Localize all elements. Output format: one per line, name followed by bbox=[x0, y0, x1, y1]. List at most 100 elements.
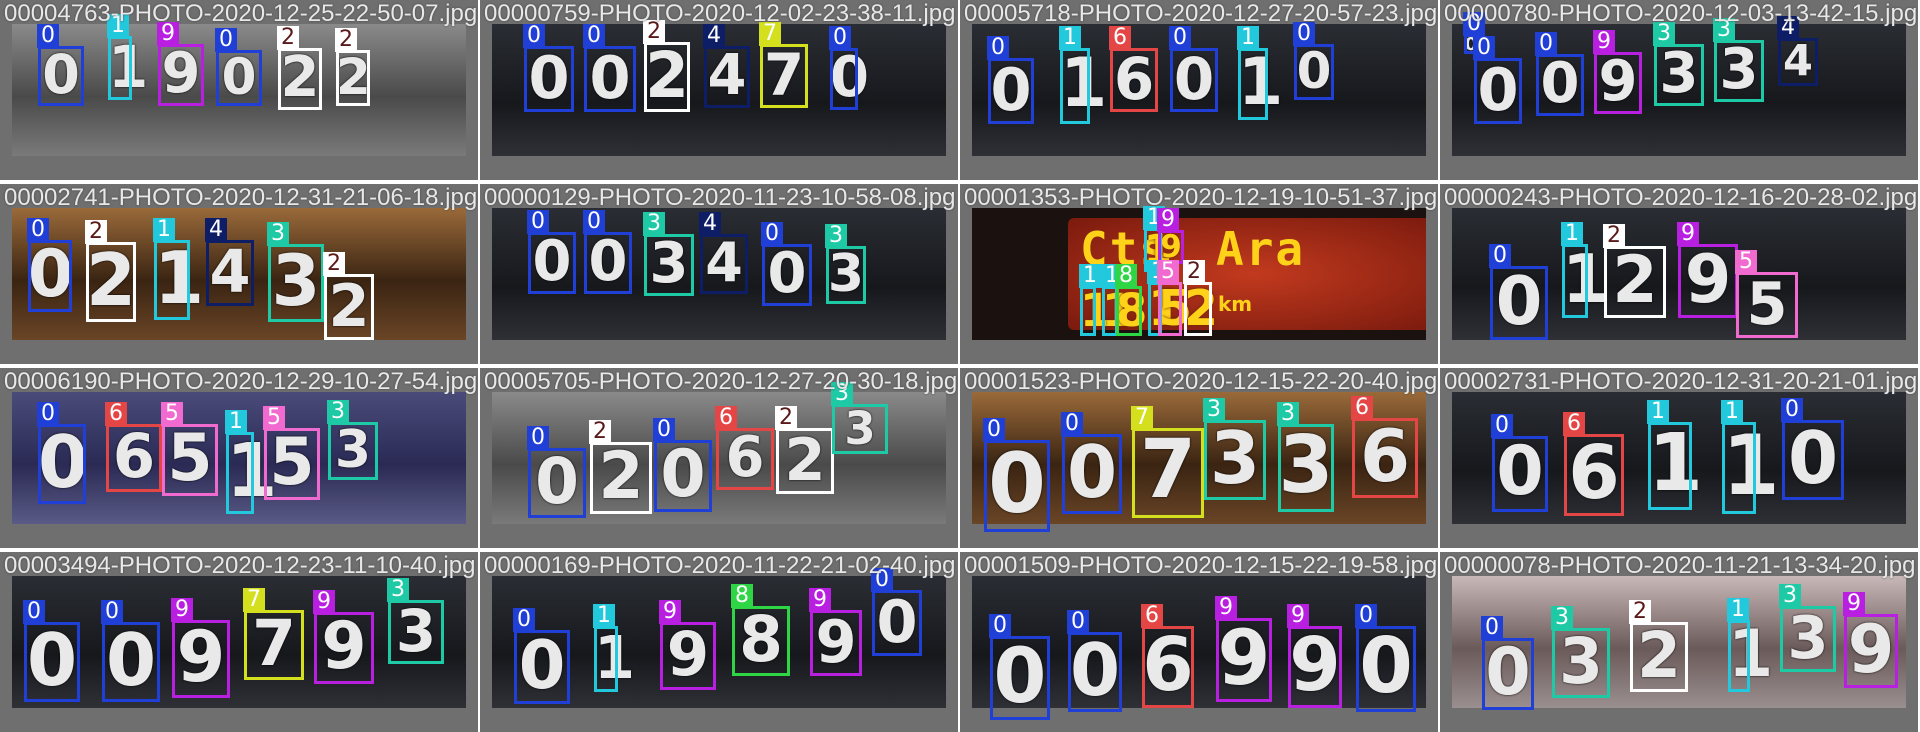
class-label-tag: 0 bbox=[761, 222, 783, 246]
bounding-box bbox=[1060, 48, 1090, 124]
mosaic-tile: 0 6 5 1 5 3 0 6 5 1 5 3 00006190-PHOTO-2020-12-29-10… bbox=[0, 368, 478, 548]
class-label-tag: 3 bbox=[1551, 606, 1573, 630]
class-label-tag: 3 bbox=[387, 578, 409, 602]
class-label-tag: 9 bbox=[659, 600, 681, 624]
bounding-box bbox=[776, 428, 834, 494]
image-filename: 00002741-PHOTO-2020-12-31-21-06-18.jpg bbox=[4, 184, 478, 211]
class-label-tag: 1 bbox=[1079, 264, 1101, 288]
class-label-tag: 2 bbox=[589, 420, 611, 444]
bounding-box bbox=[154, 240, 190, 320]
class-label-tag: 6 bbox=[715, 406, 737, 430]
bounding-box bbox=[1654, 44, 1704, 106]
bounding-box bbox=[832, 404, 888, 454]
class-label-tag: 0 bbox=[583, 210, 605, 234]
class-label-tag: 1 bbox=[1059, 26, 1081, 50]
bounding-box bbox=[226, 432, 254, 514]
bounding-box bbox=[1158, 282, 1182, 336]
mosaic-tile: 0 1 2 9 5 0 1 2 9 5 00000243-PHOTO-2020-12-16-20-2… bbox=[1440, 184, 1918, 364]
mosaic-tile: 0 6 1 1 0 0 6 1 1 0 00002731-PHOTO-2020-12-31-20-2… bbox=[1440, 368, 1918, 548]
class-label-tag: 6 bbox=[105, 402, 127, 426]
class-label-tag: 0 bbox=[527, 426, 549, 450]
bounding-box bbox=[24, 622, 80, 702]
bounding-box bbox=[704, 46, 750, 108]
class-label-tag: 6 bbox=[1109, 26, 1131, 50]
class-label-tag: 0 bbox=[983, 418, 1005, 442]
bounding-box bbox=[1204, 420, 1266, 500]
bounding-box bbox=[524, 46, 574, 112]
class-label-tag: 1 bbox=[1647, 400, 1669, 424]
class-label-tag: 2 bbox=[335, 28, 357, 52]
class-label-tag: 2 bbox=[85, 220, 107, 244]
class-label-tag: 1 bbox=[225, 410, 247, 434]
class-label-tag: 9 bbox=[1593, 30, 1615, 54]
bounding-box bbox=[268, 244, 324, 322]
class-label-tag: 9 bbox=[1287, 604, 1309, 628]
class-label-tag: 1 bbox=[1237, 26, 1259, 50]
class-label-tag: 0 bbox=[1355, 604, 1377, 628]
bounding-box bbox=[644, 42, 690, 112]
bounding-box bbox=[264, 428, 320, 500]
bounding-box bbox=[1474, 58, 1522, 124]
class-label-tag: 1 bbox=[1561, 222, 1583, 246]
detection-mosaic: 0 1 9 0 2 2 0 1 9 0 2 2 00004763-PHOTO-2020-12-25-22… bbox=[0, 0, 1920, 732]
bounding-box bbox=[1110, 48, 1158, 112]
image-filename: 00000129-PHOTO-2020-11-23-10-58-08.jpg bbox=[484, 184, 956, 211]
class-label-tag: 1 bbox=[593, 604, 615, 628]
bounding-box bbox=[336, 50, 370, 106]
bounding-box bbox=[38, 46, 84, 106]
bounding-box bbox=[644, 234, 694, 296]
bounding-box bbox=[584, 46, 636, 112]
bounding-box bbox=[324, 274, 374, 340]
bounding-box bbox=[1604, 246, 1666, 318]
class-label-tag: 9 bbox=[1215, 596, 1237, 620]
bounding-box bbox=[1288, 626, 1342, 708]
bounding-box bbox=[278, 48, 322, 110]
class-label-tag: 1 bbox=[153, 218, 175, 242]
bounding-box bbox=[1722, 422, 1756, 514]
class-label-tag: 9 bbox=[1843, 592, 1865, 616]
class-label-tag: 0 bbox=[1535, 32, 1557, 56]
bounding-box bbox=[1564, 434, 1624, 516]
bounding-box bbox=[206, 240, 254, 306]
bounding-box bbox=[1216, 618, 1272, 702]
bounding-box bbox=[872, 590, 922, 656]
image-filename: 00002731-PHOTO-2020-12-31-20-21-01.jpg bbox=[1444, 368, 1918, 395]
bounding-box bbox=[1782, 420, 1844, 500]
image-filename: 00006190-PHOTO-2020-12-29-10-27-54.jpg bbox=[4, 368, 478, 395]
bounding-box bbox=[760, 44, 808, 108]
bounding-box bbox=[762, 244, 812, 306]
mosaic-tile: 0 0 9 7 9 3 0 0 9 7 9 3 00003494-PHOTO-2020-12-23-11… bbox=[0, 552, 478, 732]
bounding-box bbox=[106, 424, 162, 492]
bounding-box bbox=[590, 442, 652, 514]
class-label-tag: 8 bbox=[1115, 264, 1137, 288]
class-label-tag: 5 bbox=[161, 402, 183, 426]
image-filename: 00000759-PHOTO-2020-12-02-23-38-11.jpg bbox=[484, 0, 956, 27]
bounding-box bbox=[1068, 632, 1122, 712]
class-label-tag: 6 bbox=[1563, 412, 1585, 436]
bounding-box bbox=[1294, 44, 1334, 100]
bounding-box bbox=[244, 610, 304, 680]
class-label-tag: 0 bbox=[1067, 610, 1089, 634]
class-label-tag: 8 bbox=[731, 584, 753, 608]
class-label-tag: 0 bbox=[27, 218, 49, 242]
bounding-box bbox=[984, 440, 1050, 532]
bounding-box bbox=[1780, 606, 1836, 672]
bounding-box bbox=[528, 448, 586, 518]
image-filename: 00004763-PHOTO-2020-12-25-22-50-07.jpg bbox=[4, 0, 478, 27]
image-filename: 00005705-PHOTO-2020-12-27-20-30-18.jpg bbox=[484, 368, 958, 395]
mosaic-tile: 0 0 6 9 9 0 0 0 6 9 9 0 00001509-PHOTO-2020-12-15-22… bbox=[960, 552, 1438, 732]
mosaic-tile: 0 0 2 4 7 0 0 0 2 4 7 0 00000759-PHOTO-2020-12-02-23… bbox=[480, 0, 958, 180]
bounding-box bbox=[1714, 40, 1764, 102]
class-label-tag: 0 bbox=[1489, 244, 1511, 268]
class-label-tag: 0 bbox=[23, 600, 45, 624]
bounding-box bbox=[990, 636, 1050, 720]
class-label-tag: 7 bbox=[1131, 406, 1153, 430]
bounding-box bbox=[700, 234, 748, 294]
bounding-box bbox=[1648, 422, 1692, 510]
mosaic-tile: 0 2 0 6 2 3 0 2 0 6 2 3 00005705-PHOTO-2020-12-27-20… bbox=[480, 368, 958, 548]
bounding-box bbox=[1132, 428, 1204, 518]
class-label-tag: 9 bbox=[171, 598, 193, 622]
mosaic-tile: CtsArakm191181521911815200001353-PHOTO-2… bbox=[960, 184, 1438, 364]
bounding-box bbox=[1562, 244, 1588, 318]
class-label-tag: 0 bbox=[101, 600, 123, 624]
